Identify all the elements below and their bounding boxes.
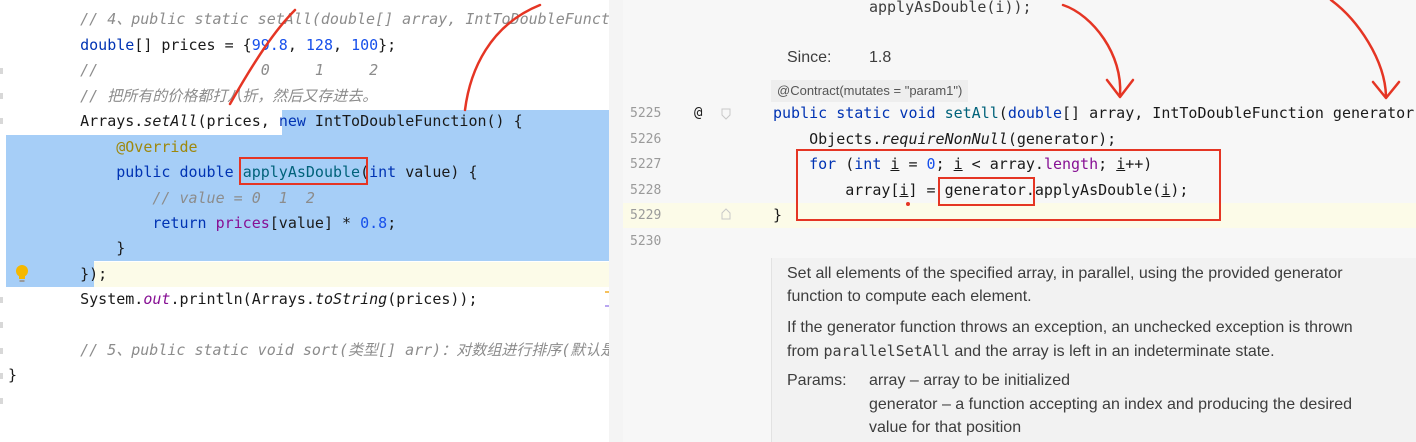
annotation-arrows — [228, 3, 542, 112]
doc-paragraph-1: function to compute each element. — [787, 288, 1032, 305]
param-generator: value for that position — [869, 419, 1022, 436]
doc-paragraph-2: from parallelSetAll and the array is lef… — [787, 342, 1275, 360]
left-editor-pane[interactable]: // 4、public static setAll(double[] array… — [0, 0, 622, 442]
doc-paragraph-2: If the generator function throws an exce… — [787, 319, 1353, 336]
doc-paragraph-1: Set all elements of the specified array,… — [787, 265, 1343, 282]
param-array: array – array to be initialized — [869, 372, 1070, 389]
right-editor-pane[interactable]: applyAsDouble(i)); Since: 1.8 @Contract(… — [623, 0, 1416, 442]
params-label: Params: — [787, 372, 847, 389]
param-generator: generator – a function accepting an inde… — [869, 396, 1353, 413]
pane-divider[interactable] — [609, 0, 623, 442]
